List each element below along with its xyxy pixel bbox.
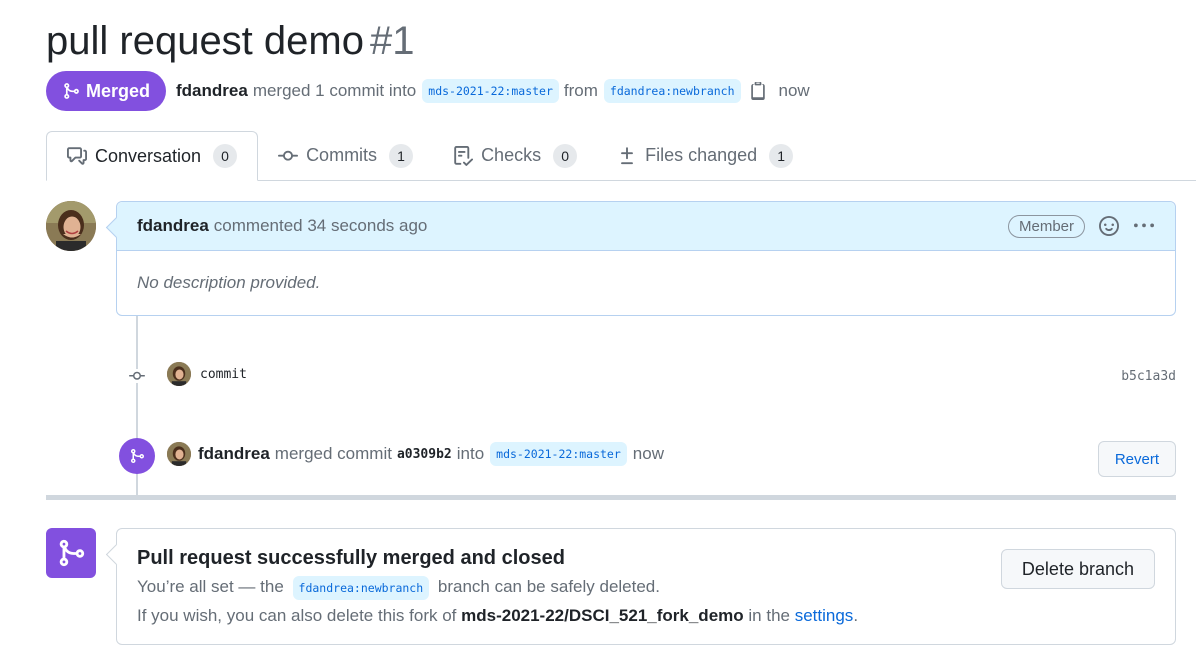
fork-repo-name: mds-2021-22/DSCI_521_fork_demo — [461, 606, 744, 625]
comment-discussion-icon — [67, 147, 87, 165]
merge-summary: merged 1 commit into — [252, 81, 417, 100]
comment-header: fdandrea commented 34 seconds ago Member — [117, 202, 1175, 251]
delete-branch-button[interactable]: Delete branch — [1000, 549, 1155, 589]
merge-commit-sha-link[interactable]: a0309b2 — [397, 447, 452, 462]
merge-event-text: merged commit — [274, 444, 392, 463]
pr-tabs: Conversation 0 Commits 1 Checks 0 Files … — [46, 131, 1196, 181]
git-commit-icon — [278, 150, 299, 161]
merged-line-2: If you wish, you can also delete this fo… — [137, 606, 1155, 626]
into-label: into — [456, 444, 485, 463]
avatar[interactable] — [167, 442, 191, 466]
git-commit-icon — [129, 371, 145, 380]
tab-label: Checks — [481, 145, 542, 165]
base-branch[interactable]: mds-2021-22:master — [422, 79, 559, 103]
git-merge-icon — [64, 83, 79, 99]
revert-button[interactable]: Revert — [1097, 441, 1176, 477]
tab-commits[interactable]: Commits 1 — [258, 131, 433, 180]
pr-author-link[interactable]: fdandrea — [176, 81, 248, 101]
tab-conversation[interactable]: Conversation 0 — [46, 131, 259, 181]
commit-node — [128, 369, 146, 383]
comment-card: fdandrea commented 34 seconds ago Member… — [116, 201, 1176, 316]
pr-title: pull request demo — [46, 19, 364, 63]
tab-counter: 1 — [389, 143, 414, 168]
state-label: Merged — [86, 80, 151, 101]
avatar-image — [167, 362, 191, 386]
settings-link[interactable]: settings — [795, 606, 854, 625]
from-label: from — [563, 81, 598, 100]
avatar-image — [46, 201, 96, 251]
commit-sha-link[interactable]: b5c1a3d — [1121, 369, 1176, 384]
page-title: pull request demo #1 — [46, 16, 414, 66]
pull-request-page: pull request demo #1 Merged fdandrea merg… — [0, 0, 1196, 656]
tab-counter: 0 — [213, 144, 238, 168]
pr-meta: Merged fdandrea merged 1 commit into mds… — [46, 71, 810, 111]
git-merge-icon — [59, 539, 85, 567]
avatar[interactable] — [167, 362, 191, 386]
merged-status-icon — [46, 528, 96, 578]
avatar[interactable] — [46, 201, 96, 251]
merged-text: branch can be safely deleted. — [437, 577, 660, 596]
comment-author-link[interactable]: fdandrea — [137, 216, 209, 236]
merge-time: now — [778, 81, 810, 100]
tab-label: Conversation — [95, 145, 202, 166]
copy-branch-button[interactable] — [749, 82, 767, 100]
tab-counter: 0 — [553, 143, 578, 168]
smiley-icon — [1099, 216, 1119, 236]
add-reaction-button[interactable] — [1099, 216, 1119, 236]
tab-files-changed[interactable]: Files changed 1 — [597, 131, 813, 180]
avatar-image — [167, 442, 191, 466]
git-merge-icon — [131, 449, 145, 463]
merged-text: . — [853, 606, 859, 625]
merged-status-card: Pull request successfully merged and clo… — [116, 528, 1176, 645]
merged-text: in the — [748, 606, 790, 625]
comment-options-button[interactable] — [1133, 216, 1155, 236]
tab-label: Commits — [306, 145, 378, 165]
pr-number: #1 — [369, 19, 415, 63]
kebab-horizontal-icon — [1134, 223, 1154, 228]
tab-checks[interactable]: Checks 0 — [433, 131, 597, 180]
head-branch[interactable]: fdandrea:newbranch — [292, 576, 430, 600]
merged-text: If you wish, you can also delete this fo… — [137, 606, 457, 625]
tab-label: Files changed — [645, 145, 758, 165]
merge-event: fdandrea merged commit a0309b2 into mds-… — [167, 442, 1176, 466]
checklist-icon — [454, 145, 474, 166]
merged-text: You’re all set — the — [137, 577, 284, 596]
comment-body: No description provided. — [137, 273, 321, 292]
file-diff-icon — [621, 146, 634, 164]
target-branch[interactable]: mds-2021-22:master — [490, 442, 627, 466]
copy-icon — [750, 82, 765, 100]
comment-timestamp[interactable]: commented 34 seconds ago — [214, 216, 428, 236]
tab-counter: 1 — [769, 143, 794, 168]
commit-event: commit — [167, 362, 1176, 386]
merge-author-link[interactable]: fdandrea — [198, 444, 270, 464]
commit-message-link[interactable]: commit — [200, 367, 247, 382]
merge-event-badge — [119, 438, 155, 474]
head-branch[interactable]: fdandrea:newbranch — [603, 79, 741, 103]
role-badge: Member — [1007, 214, 1085, 238]
state-badge: Merged — [46, 71, 167, 111]
timeline-break — [46, 495, 1176, 500]
merge-event-time[interactable]: now — [633, 444, 664, 464]
comment-actions: Member — [1007, 214, 1155, 238]
